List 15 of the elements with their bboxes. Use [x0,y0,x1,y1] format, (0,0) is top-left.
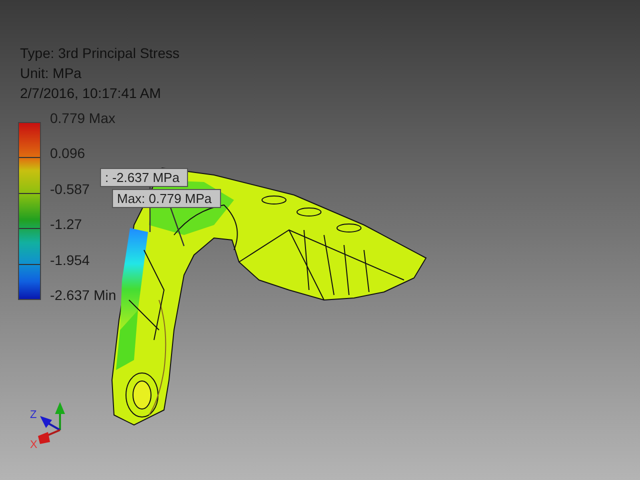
scale-value: 0.096 [50,144,86,164]
scale-value: -1.27 [50,215,83,234]
axis-label: X [30,439,38,450]
scale-value: -0.587 [50,180,91,199]
scale-value: 0.779 Max [50,109,116,128]
result-unit: Unit: MPa [20,64,82,83]
result-timestamp: 2/7/2016, 10:17:41 AM [20,84,162,103]
axis-label: Z [30,409,37,421]
scale-value: -2.637 Min [50,286,116,305]
leader-line [169,206,185,246]
probe-label: : -2.637 MPa [100,168,188,187]
scale-value: -1.954 [50,250,91,270]
axis-triad-drawing [38,402,65,444]
probe-label: Max: 0.779 MPa [112,189,221,208]
result-type: Type: 3rd Principal Stress [20,44,181,63]
